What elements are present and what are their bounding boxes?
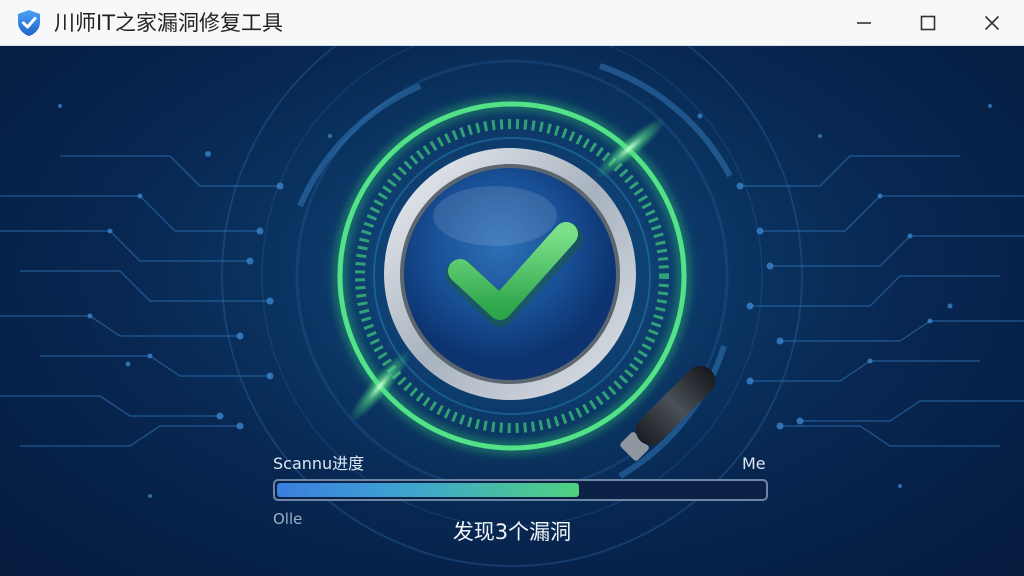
minimize-button[interactable] [832, 0, 896, 46]
maximize-icon [920, 15, 936, 31]
close-icon [984, 15, 1000, 31]
scan-result-text: 发现3个漏洞 [452, 520, 572, 544]
close-button[interactable] [960, 0, 1024, 46]
maximize-button[interactable] [896, 0, 960, 46]
scan-panel: Scannu进度 Me Olle 发现3个漏洞 [0, 46, 1024, 576]
shield-check-icon [18, 10, 40, 36]
scan-progress-fill [277, 483, 579, 497]
progress-status-label: Olle [273, 510, 303, 528]
progress-label: Scannu进度 [273, 454, 365, 473]
progress-right-label: Me [742, 454, 766, 473]
window-title: 川师IT之家漏洞修复工具 [54, 11, 284, 35]
scan-progress-bar [273, 479, 768, 501]
app-window: 川师IT之家漏洞修复工具 Scannu进度 Me Olle 发现3个漏洞 [0, 0, 1024, 576]
minimize-icon [857, 22, 871, 24]
title-bar[interactable]: 川师IT之家漏洞修复工具 [0, 0, 1024, 46]
